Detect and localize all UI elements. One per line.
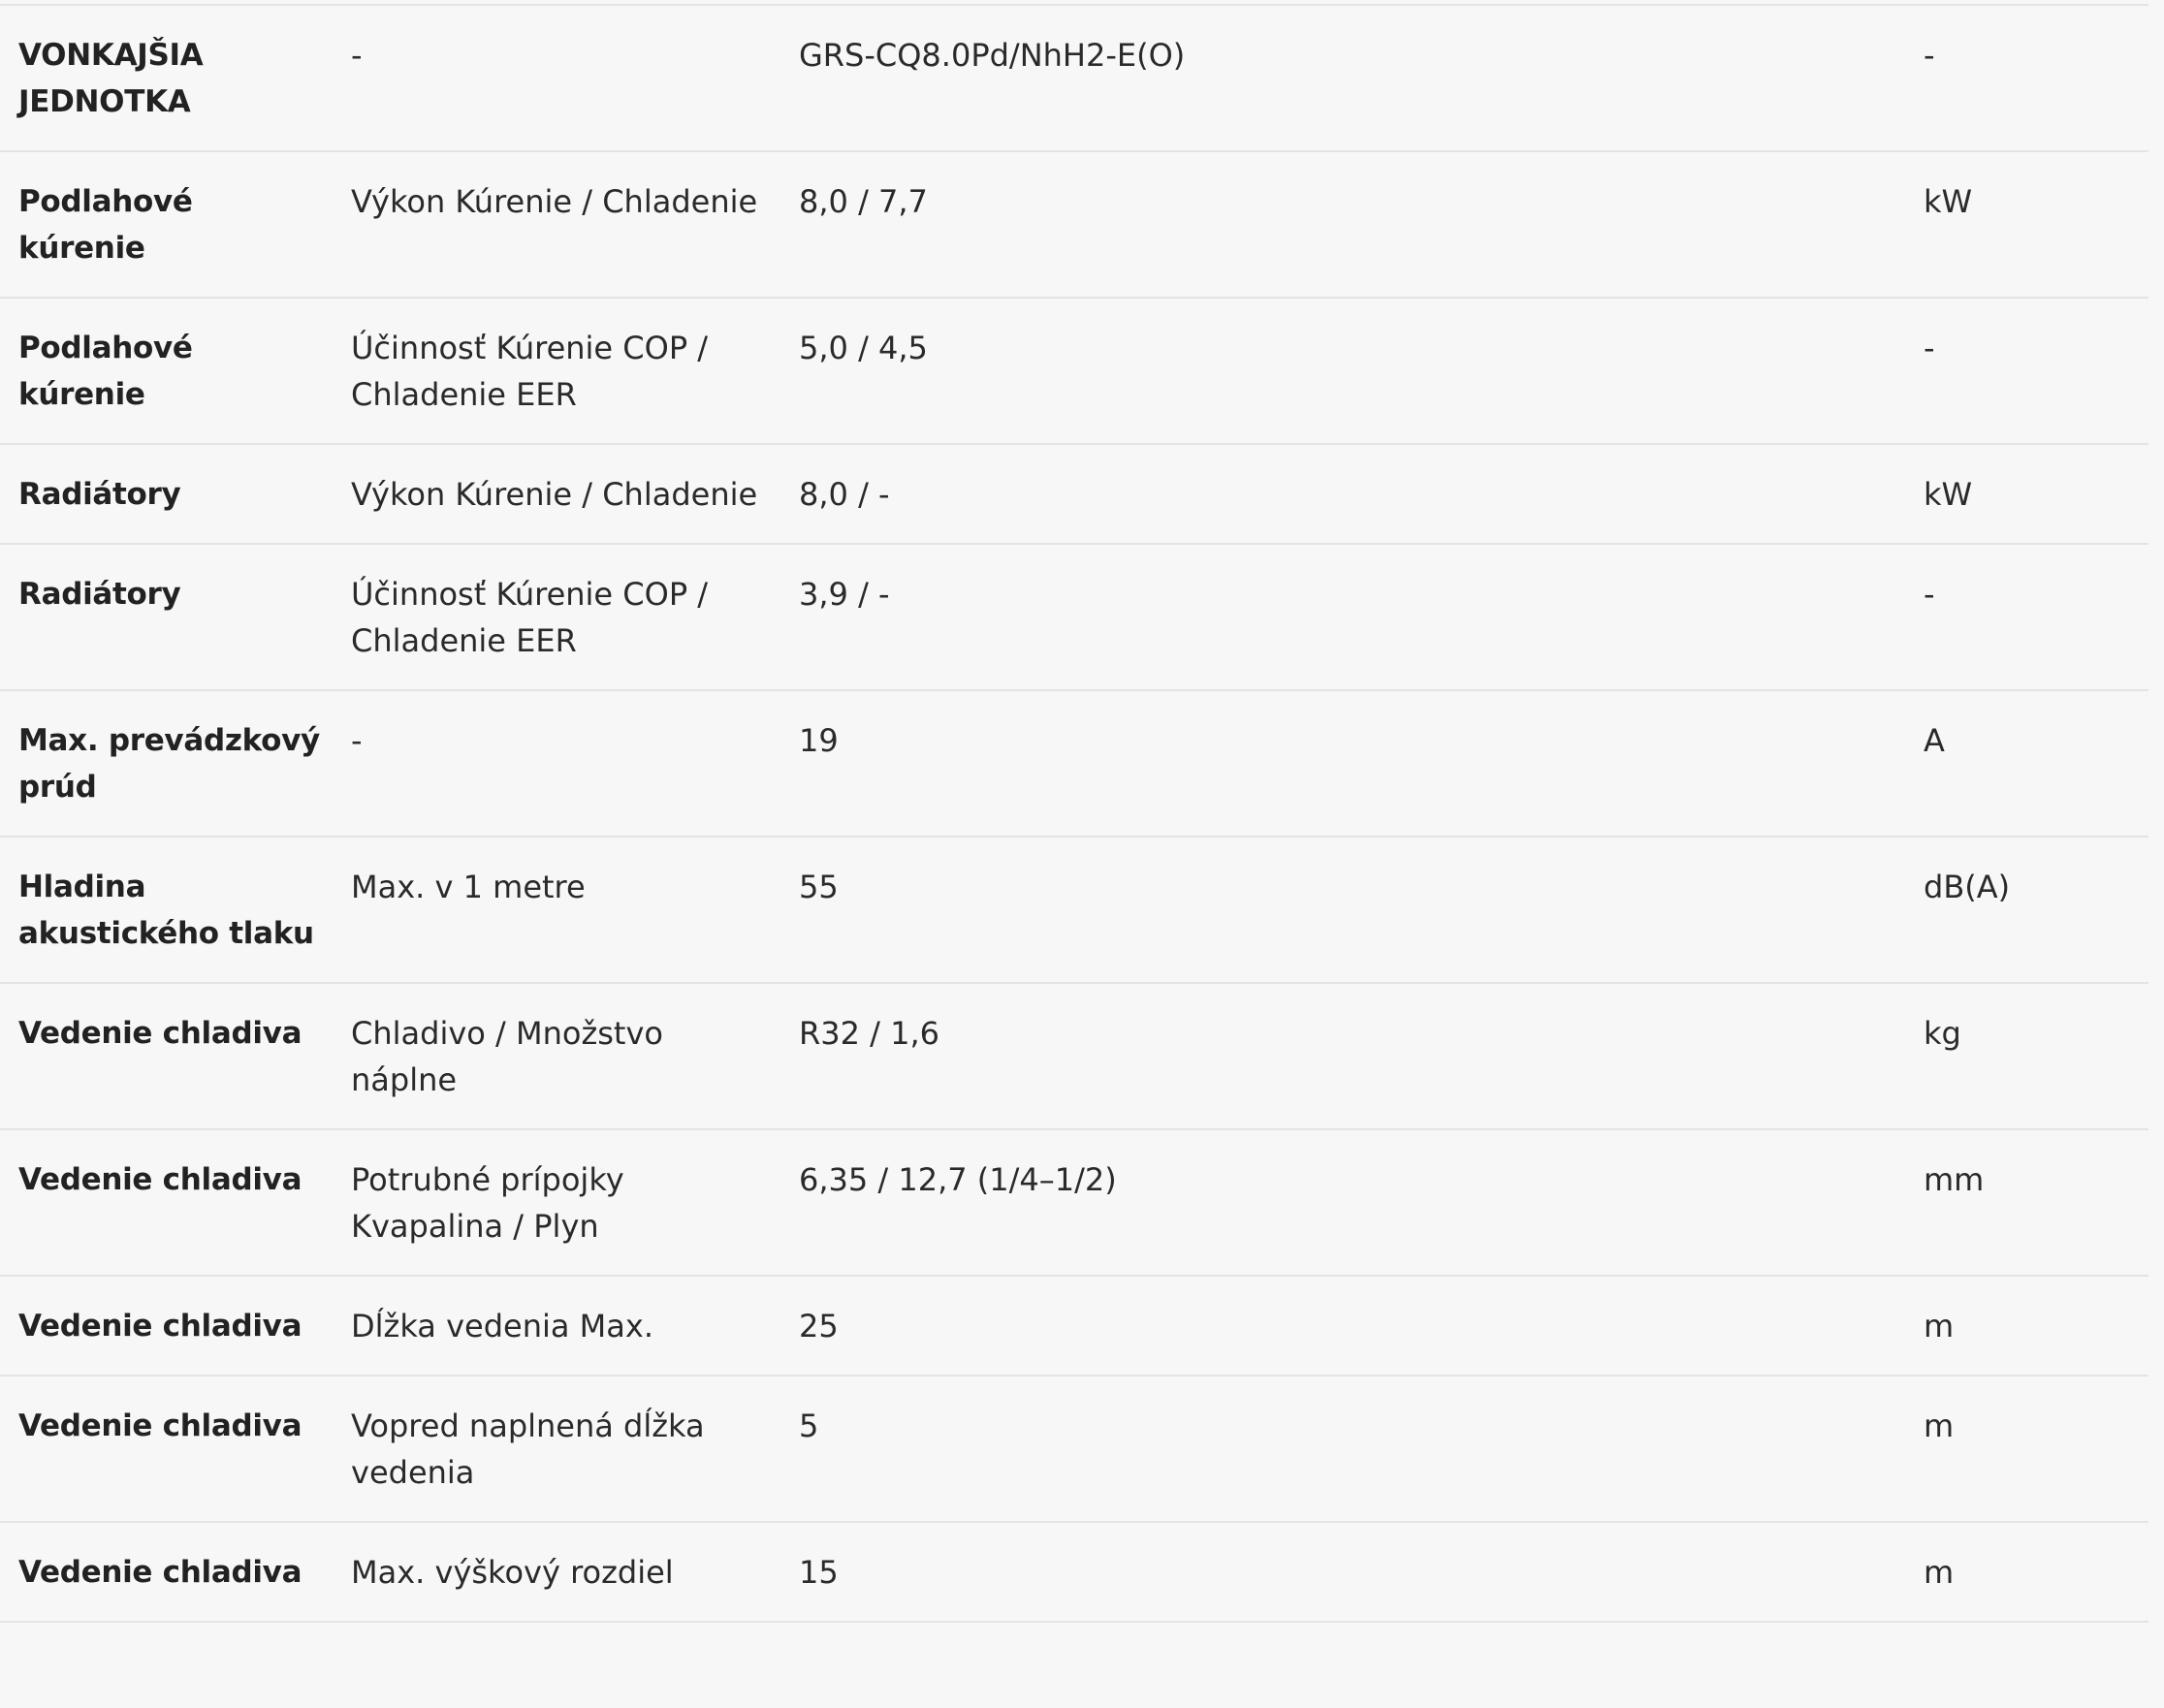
row-unit: A	[1905, 690, 2148, 838]
table-row: Vedenie chladiva Vopred naplnená dĺžka v…	[0, 1376, 2148, 1523]
row-parameter: Max. výškový rozdiel	[333, 1522, 780, 1623]
row-unit: mm	[1905, 1129, 2148, 1277]
row-unit: dB(A)	[1905, 837, 2148, 984]
table-row: VONKAJŠIA JEDNOTKA - GRS-CQ8.0Pd/NhH2-E(…	[0, 6, 2148, 152]
row-unit: m	[1905, 1376, 2148, 1523]
table-row: Vedenie chladiva Max. výškový rozdiel 15…	[0, 1522, 2148, 1623]
row-parameter: Vopred naplnená dĺžka vedenia	[333, 1376, 780, 1523]
table-row: Max. prevádzkový prúd - 19 A	[0, 690, 2148, 838]
spec-table: VONKAJŠIA JEDNOTKA - GRS-CQ8.0Pd/NhH2-E(…	[0, 6, 2148, 1623]
row-value: 6,35 / 12,7 (1/4–1/2)	[780, 1129, 1905, 1277]
row-unit: kW	[1905, 151, 2148, 299]
row-parameter: Max. v 1 metre	[333, 837, 780, 984]
row-value: 5	[780, 1376, 1905, 1523]
row-category: Hladina akustického tlaku	[0, 837, 333, 984]
row-category: Vedenie chladiva	[0, 1522, 333, 1623]
row-parameter: Dĺžka vedenia Max.	[333, 1276, 780, 1376]
row-parameter: Účinnosť Kúrenie COP / Chladenie EER	[333, 544, 780, 691]
table-row: Vedenie chladiva Dĺžka vedenia Max. 25 m	[0, 1276, 2148, 1376]
row-category: Radiátory	[0, 544, 333, 691]
row-value: 15	[780, 1522, 1905, 1623]
row-category: Podlahové kúrenie	[0, 298, 333, 445]
row-value: 5,0 / 4,5	[780, 298, 1905, 445]
table-row: Radiátory Účinnosť Kúrenie COP / Chladen…	[0, 544, 2148, 691]
row-value: 8,0 / -	[780, 444, 1905, 545]
row-parameter: -	[333, 690, 780, 838]
row-category: Vedenie chladiva	[0, 1129, 333, 1277]
row-parameter: Účinnosť Kúrenie COP / Chladenie EER	[333, 298, 780, 445]
table-row: Podlahové kúrenie Účinnosť Kúrenie COP /…	[0, 298, 2148, 445]
row-category: Podlahové kúrenie	[0, 151, 333, 299]
table-row: Hladina akustického tlaku Max. v 1 metre…	[0, 837, 2148, 984]
row-unit: -	[1905, 298, 2148, 445]
row-value: 19	[780, 690, 1905, 838]
row-parameter: Výkon Kúrenie / Chladenie	[333, 444, 780, 545]
row-value: 8,0 / 7,7	[780, 151, 1905, 299]
row-parameter: Výkon Kúrenie / Chladenie	[333, 151, 780, 299]
row-category: Vedenie chladiva	[0, 983, 333, 1130]
row-parameter: Potrubné prípojky Kvapalina / Plyn	[333, 1129, 780, 1277]
row-category: Radiátory	[0, 444, 333, 545]
table-row: Vedenie chladiva Potrubné prípojky Kvapa…	[0, 1129, 2148, 1277]
row-parameter: -	[333, 6, 780, 152]
row-unit: kg	[1905, 983, 2148, 1130]
row-unit: -	[1905, 544, 2148, 691]
row-category: Vedenie chladiva	[0, 1276, 333, 1376]
row-unit: m	[1905, 1276, 2148, 1376]
row-parameter: Chladivo / Množstvo náplne	[333, 983, 780, 1130]
row-unit: m	[1905, 1522, 2148, 1623]
row-unit: -	[1905, 6, 2148, 152]
row-category: Max. prevádzkový prúd	[0, 690, 333, 838]
table-row: Radiátory Výkon Kúrenie / Chladenie 8,0 …	[0, 444, 2148, 545]
row-unit: kW	[1905, 444, 2148, 545]
row-value: GRS-CQ8.0Pd/NhH2-E(O)	[780, 6, 1905, 152]
row-value: R32 / 1,6	[780, 983, 1905, 1130]
row-value: 55	[780, 837, 1905, 984]
table-row: Vedenie chladiva Chladivo / Množstvo náp…	[0, 983, 2148, 1130]
table-row: Podlahové kúrenie Výkon Kúrenie / Chlade…	[0, 151, 2148, 299]
row-category: Vedenie chladiva	[0, 1376, 333, 1523]
row-value: 25	[780, 1276, 1905, 1376]
row-category: VONKAJŠIA JEDNOTKA	[0, 6, 333, 152]
row-value: 3,9 / -	[780, 544, 1905, 691]
